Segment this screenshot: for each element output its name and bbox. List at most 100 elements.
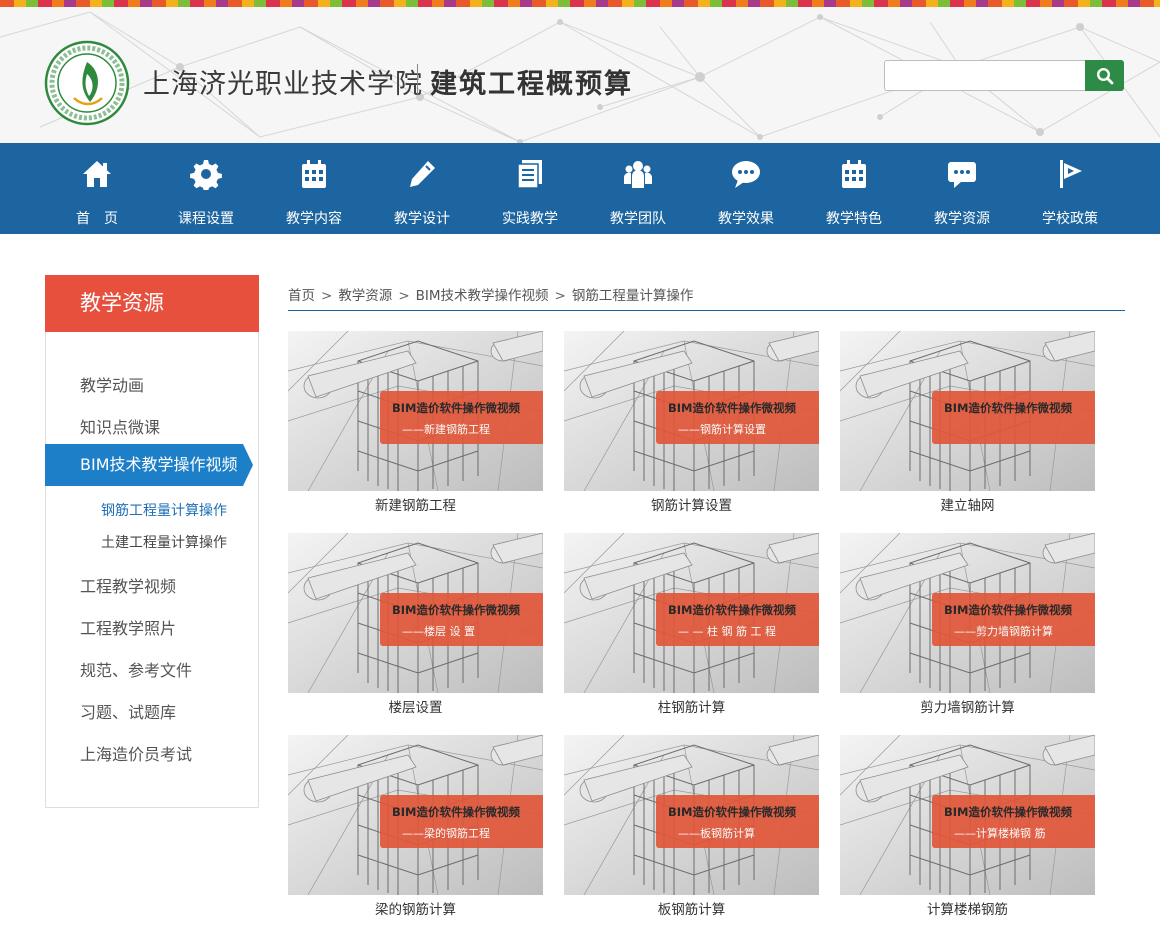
- video-thumbnail[interactable]: BIM造价软件操作微视频: [840, 331, 1095, 491]
- breadcrumb-separator: >: [321, 288, 333, 304]
- video-banner: BIM造价软件操作微视频 ——板钢筋计算: [656, 795, 819, 848]
- video-banner: BIM造价软件操作微视频: [932, 391, 1095, 444]
- video-thumbnail[interactable]: BIM造价软件操作微视频 ——梁的钢筋工程: [288, 735, 543, 895]
- video-banner-title: BIM造价软件操作微视频: [392, 805, 520, 819]
- video-banner: BIM造价软件操作微视频 ——梁的钢筋工程: [380, 795, 543, 848]
- team-icon: [624, 161, 652, 188]
- breadcrumb-underline: [288, 310, 1125, 311]
- video-thumbnail[interactable]: BIM造价软件操作微视频 — — 柱 钢 筋 工 程: [564, 533, 819, 693]
- main-nav: 首 页 课程设置 教学内容 教学设计 实践教学 教学团队 教学效果 教学特色 教…: [0, 143, 1160, 234]
- video-thumbnail[interactable]: BIM造价软件操作微视频 ——新建钢筋工程: [288, 331, 543, 491]
- video-card[interactable]: BIM造价软件操作微视频 ——新建钢筋工程新建钢筋工程: [288, 331, 543, 514]
- nav-item-teaching-effect[interactable]: 教学效果: [696, 143, 796, 234]
- nav-label: 教学设计: [394, 211, 450, 227]
- video-banner-title: BIM造价软件操作微视频: [944, 603, 1072, 617]
- site-header: 上海济光职业技术学院 建筑工程概预算: [0, 0, 1160, 143]
- sidebar-item-cost-exam[interactable]: 上海造价员考试: [80, 741, 192, 765]
- video-card[interactable]: BIM造价软件操作微视频 ——钢筋计算设置钢筋计算设置: [564, 331, 819, 514]
- video-card[interactable]: BIM造价软件操作微视频 ——计算楼梯钢 筋计算楼梯钢筋: [840, 735, 1095, 918]
- video-card[interactable]: BIM造价软件操作微视频 ——梁的钢筋工程梁的钢筋计算: [288, 735, 543, 918]
- nav-label: 教学特色: [826, 211, 882, 227]
- breadcrumb-current[interactable]: 钢筋工程量计算操作: [572, 288, 694, 304]
- sidebar-item-micro-lesson[interactable]: 知识点微课: [80, 414, 160, 438]
- nav-item-teaching-resources[interactable]: 教学资源: [912, 143, 1012, 234]
- video-banner-subtitle: ——梁的钢筋工程: [402, 827, 490, 840]
- breadcrumb-bim[interactable]: BIM技术教学操作视频: [416, 288, 549, 304]
- decorative-strip: [0, 0, 1160, 7]
- sidebar-item-engineering-photo[interactable]: 工程教学照片: [80, 615, 176, 639]
- video-banner-subtitle: ——板钢筋计算: [678, 827, 755, 840]
- video-thumbnail[interactable]: BIM造价软件操作微视频 ——剪力墙钢筋计算: [840, 533, 1095, 693]
- video-banner-title: BIM造价软件操作微视频: [944, 401, 1072, 415]
- nav-label: 学校政策: [1042, 211, 1098, 227]
- nav-item-course-setting[interactable]: 课程设置: [156, 143, 256, 234]
- nav-label: 教学团队: [610, 211, 666, 227]
- nav-label: 教学效果: [718, 211, 774, 227]
- sidebar-title: 教学资源: [45, 275, 259, 332]
- nav-item-home[interactable]: 首 页: [47, 143, 147, 234]
- video-banner-subtitle: ——钢筋计算设置: [678, 423, 766, 436]
- sidebar-item-question-bank[interactable]: 习题、试题库: [80, 699, 176, 723]
- video-banner-title: BIM造价软件操作微视频: [392, 401, 520, 415]
- video-banner-subtitle: ——新建钢筋工程: [402, 423, 490, 436]
- video-caption[interactable]: 板钢筋计算: [564, 898, 819, 918]
- flag-icon: [1060, 160, 1082, 188]
- video-banner-title: BIM造价软件操作微视频: [668, 805, 796, 819]
- nav-item-practice-teaching[interactable]: 实践教学: [480, 143, 580, 234]
- sidebar-item-engineering-video[interactable]: 工程教学视频: [80, 573, 176, 597]
- video-card[interactable]: BIM造价软件操作微视频 ——剪力墙钢筋计算剪力墙钢筋计算: [840, 533, 1095, 716]
- video-banner-title: BIM造价软件操作微视频: [668, 603, 796, 617]
- nav-item-teaching-feature[interactable]: 教学特色: [804, 143, 904, 234]
- video-thumbnail[interactable]: BIM造价软件操作微视频 ——钢筋计算设置: [564, 331, 819, 491]
- video-thumbnail[interactable]: BIM造价软件操作微视频 ——板钢筋计算: [564, 735, 819, 895]
- title-divider: [417, 64, 418, 94]
- video-banner: BIM造价软件操作微视频 ——计算楼梯钢 筋: [932, 795, 1095, 848]
- video-caption[interactable]: 楼层设置: [288, 696, 543, 716]
- video-banner-subtitle: — — 柱 钢 筋 工 程: [678, 625, 776, 638]
- sidebar-subitem-rebar[interactable]: 钢筋工程量计算操作: [101, 500, 227, 520]
- search-input[interactable]: [884, 60, 1085, 91]
- video-caption[interactable]: 计算楼梯钢筋: [840, 898, 1095, 918]
- video-banner: BIM造价软件操作微视频 ——楼层 设 置: [380, 593, 543, 646]
- video-caption[interactable]: 新建钢筋工程: [288, 494, 543, 514]
- video-caption[interactable]: 建立轴网: [840, 494, 1095, 514]
- video-card[interactable]: BIM造价软件操作微视频建立轴网: [840, 331, 1095, 514]
- video-banner: BIM造价软件操作微视频 ——剪力墙钢筋计算: [932, 593, 1095, 646]
- gear-icon: [190, 160, 222, 190]
- document-icon: [517, 160, 542, 189]
- video-banner-subtitle: ——剪力墙钢筋计算: [954, 625, 1053, 638]
- video-banner: BIM造价软件操作微视频 ——钢筋计算设置: [656, 391, 819, 444]
- breadcrumb: 首页 > 教学资源 > BIM技术教学操作视频 > 钢筋工程量计算操作: [288, 284, 693, 304]
- nav-label: 实践教学: [502, 211, 558, 227]
- nav-item-teaching-design[interactable]: 教学设计: [372, 143, 472, 234]
- video-thumbnail[interactable]: BIM造价软件操作微视频 ——计算楼梯钢 筋: [840, 735, 1095, 895]
- search-icon: [1096, 67, 1113, 84]
- calendar-icon: [302, 160, 326, 188]
- school-logo-icon: [44, 40, 130, 126]
- video-card[interactable]: BIM造价软件操作微视频 ——楼层 设 置楼层设置: [288, 533, 543, 716]
- sidebar: [45, 332, 259, 808]
- sidebar-item-reference-docs[interactable]: 规范、参考文件: [80, 657, 192, 681]
- video-caption[interactable]: 柱钢筋计算: [564, 696, 819, 716]
- breadcrumb-separator: >: [398, 288, 410, 304]
- nav-item-teaching-team[interactable]: 教学团队: [588, 143, 688, 234]
- nav-item-teaching-content[interactable]: 教学内容: [264, 143, 364, 234]
- pencil-icon: [410, 161, 435, 187]
- nav-label: 教学资源: [934, 211, 990, 227]
- nav-item-school-policy[interactable]: 学校政策: [1020, 143, 1120, 234]
- video-thumbnail[interactable]: BIM造价软件操作微视频 ——楼层 设 置: [288, 533, 543, 693]
- video-card[interactable]: BIM造价软件操作微视频 — — 柱 钢 筋 工 程柱钢筋计算: [564, 533, 819, 716]
- sidebar-item-bim-video[interactable]: BIM技术教学操作视频: [45, 444, 243, 486]
- video-card[interactable]: BIM造价软件操作微视频 ——板钢筋计算板钢筋计算: [564, 735, 819, 918]
- sidebar-subitem-civil[interactable]: 土建工程量计算操作: [101, 532, 227, 552]
- video-banner-subtitle: ——楼层 设 置: [402, 625, 475, 638]
- breadcrumb-resources[interactable]: 教学资源: [338, 288, 392, 304]
- nav-label: 课程设置: [178, 211, 234, 227]
- sidebar-item-animation[interactable]: 教学动画: [80, 372, 144, 396]
- video-caption[interactable]: 钢筋计算设置: [564, 494, 819, 514]
- breadcrumb-home[interactable]: 首页: [288, 288, 315, 304]
- video-caption[interactable]: 梁的钢筋计算: [288, 898, 543, 918]
- video-caption[interactable]: 剪力墙钢筋计算: [840, 696, 1095, 716]
- video-banner-title: BIM造价软件操作微视频: [668, 401, 796, 415]
- search-button[interactable]: [1085, 60, 1124, 91]
